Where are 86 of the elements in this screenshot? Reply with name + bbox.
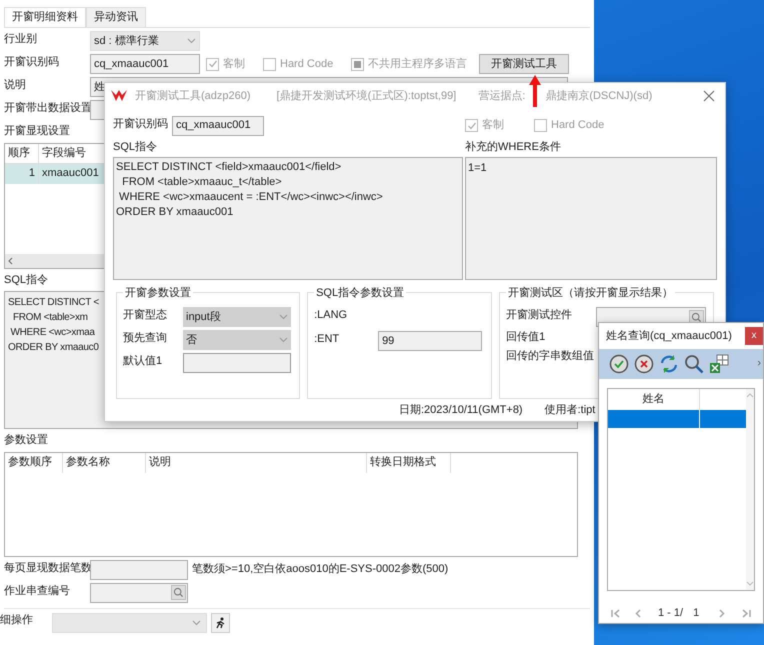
running-person-icon [215,616,226,628]
next-page-icon[interactable] [719,608,726,618]
window-title: 开窗测试工具(adzp260) [135,88,251,104]
field-label: 回传值1 [506,330,546,346]
field-label: 开窗型态 [123,308,168,324]
field-label: 开窗显现设置 [4,124,70,139]
date-text: 日期:2023/10/11(GMT+8) [399,402,523,418]
field-label: 开窗测试控件 [506,308,574,324]
where-text: 1=1 [468,162,487,174]
tab[interactable]: 开窗明细资料 [4,7,86,27]
input-field[interactable] [183,353,291,374]
checkbox-label: Hard Code [551,118,604,134]
checkbox-label: 不共用主程序多语言 [368,56,468,72]
code-line: FROM <table>xm [12,311,88,325]
more-button[interactable]: › [757,355,761,372]
close-button[interactable]: x [745,326,763,345]
run-button[interactable] [211,612,230,632]
section-label: 补充的WHERE条件 [465,140,561,155]
search-icon[interactable] [684,354,704,374]
last-page-icon[interactable] [742,608,752,618]
tab[interactable]: 异动资讯 [86,7,146,27]
cancel-icon[interactable] [634,354,654,374]
code-line: SELECT DISTINCT < [8,296,99,310]
checkbox-label: 客制 [482,118,504,134]
test-tool-button[interactable]: 开窗测试工具 [479,54,570,74]
search-icon[interactable] [171,585,186,600]
spreadsheet-icon[interactable] [709,354,729,374]
table-cell: 1 [5,164,39,184]
industry-select[interactable]: sd : 標準行業 [90,31,200,51]
code-line: ORDER BY xmaauc001 [116,205,234,220]
param-name: :ENT [314,332,340,348]
column-header: 转换日期格式 [367,452,451,472]
checkbox-label: 客制 [223,56,245,72]
column-header: 顺序 [5,144,39,162]
column-header: 参数顺序 [5,452,63,472]
annotation-arrow [529,74,542,107]
site-label: 营运据点: [478,88,526,104]
sql-text-area[interactable]: SELECT DISTINCT <field>xmaauc001</field> FROM <table>xmaauc_t</table> WHERE <wc>xmaaucent = :ENT</wc><inwc></inwc> ORDER BY xmaauc001 [113,157,463,280]
caret-icon [192,620,201,626]
table-row[interactable] [608,410,746,428]
field-label: 行业别 [4,32,38,47]
caret-icon [279,314,288,320]
input-field[interactable] [90,560,188,580]
where-text-area[interactable]: 1=1 [465,157,717,280]
field-label: 预先查询 [123,331,168,346]
user-text: 使用者:tipt [544,402,596,418]
checkbox-label: Hard Code [280,56,334,72]
param-name: :LANG [314,308,348,324]
field-label: 默认值1 [123,354,164,370]
column-header: 参数名称 [63,452,146,472]
site-text: 鼎捷南京(DSCNJ)(sd) [545,88,652,104]
section-label: SQL指令 [4,272,48,288]
input-field[interactable]: 99 [378,331,482,352]
caret-icon [187,38,196,44]
field-label: 回传的字串数组值 [506,348,594,364]
scroll-down-icon[interactable] [746,581,754,586]
section-label: 参数设置 [4,433,48,448]
field-label: 作业串查编号 [4,584,71,598]
code-line: WHERE <wc>xmaa [9,326,95,340]
logo-icon [111,89,127,102]
input-field[interactable]: cq_xmaauc001 [172,116,264,136]
caret-icon [279,337,288,344]
dropdown[interactable]: 否 [183,330,291,350]
field-label: 说明 [4,78,27,93]
previous-page-icon[interactable] [635,608,641,618]
field-label: 开窗识别码 [4,54,60,70]
scrollbar[interactable] [746,388,754,590]
column-header: 说明 [146,452,367,472]
scroll-up-icon[interactable] [746,392,754,398]
code-line: WHERE <wc>xmaaucent = :ENT</wc><inwc></inwc> [118,190,383,206]
environment-text: [鼎捷开发测试环境(正式区):toptst,99] [276,88,456,104]
confirm-icon[interactable] [609,354,629,374]
input-field[interactable]: cq_xmaauc001 [90,54,200,74]
code-line: ORDER BY xmaauc0 [8,341,99,355]
field-label: 开窗识别码 [113,116,168,132]
window-title: 姓名查询(cq_xmaauc001) [606,328,732,344]
field-label: 细操作 [0,612,34,628]
hint-text: 笔数须>=10,空白依aoos010的E-SYS-0002参数(500) [192,562,448,578]
page-range: 1 - 1/ [658,606,684,621]
first-page-icon[interactable] [611,608,620,618]
dropdown[interactable]: input段 [183,307,291,328]
close-button[interactable] [703,88,717,103]
page-total: 1 [693,606,700,621]
search-field[interactable] [90,582,188,602]
refresh-icon[interactable] [659,354,679,374]
scroll-left-icon[interactable] [8,256,13,264]
